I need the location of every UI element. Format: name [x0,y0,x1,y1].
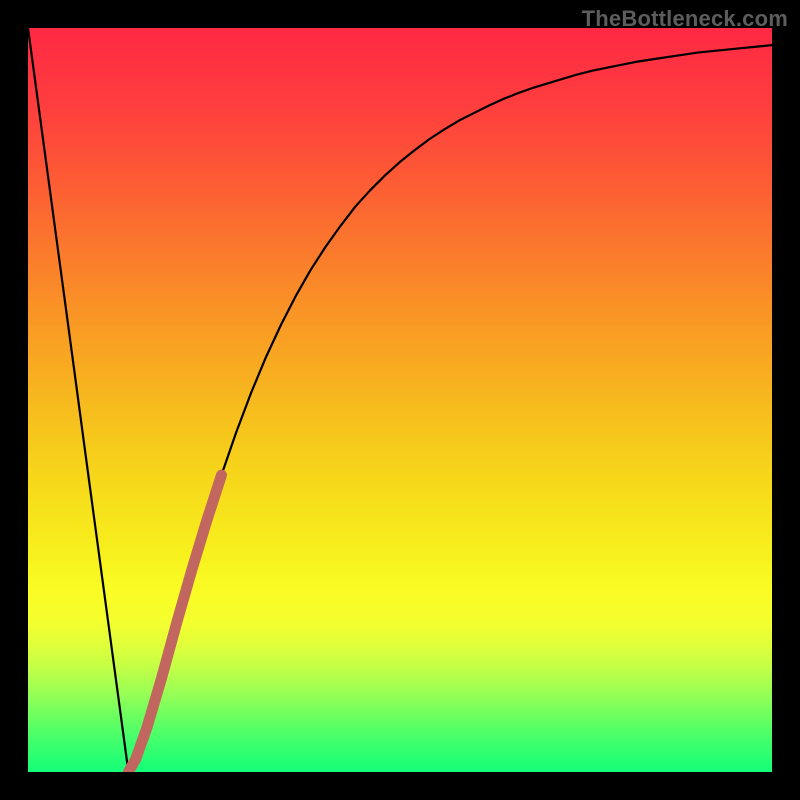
watermark-text: TheBottleneck.com [582,6,788,32]
bottleneck-curve [28,28,772,772]
highlight-segment [128,475,221,772]
curve-layer [28,28,772,772]
chart-stage: TheBottleneck.com [0,0,800,800]
plot-area [28,28,772,772]
